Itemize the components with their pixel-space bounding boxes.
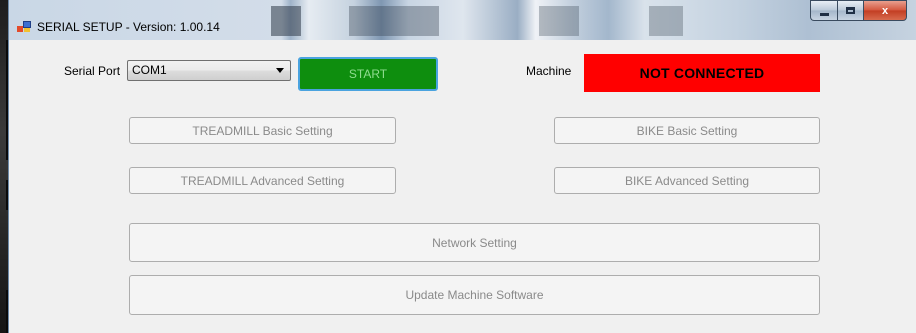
maximize-button[interactable] xyxy=(837,0,863,21)
window-title: SERIAL SETUP - Version: 1.00.14 xyxy=(37,20,220,34)
treadmill-basic-setting-button[interactable]: TREADMILL Basic Setting xyxy=(129,117,396,144)
close-button[interactable]: x xyxy=(863,0,907,21)
machine-label: Machine xyxy=(526,64,572,78)
update-machine-software-button[interactable]: Update Machine Software xyxy=(129,275,820,315)
start-button-label: START xyxy=(348,67,388,81)
chevron-down-icon[interactable] xyxy=(276,68,284,73)
bike-basic-setting-button[interactable]: BIKE Basic Setting xyxy=(554,117,820,144)
start-button[interactable]: START xyxy=(298,57,438,91)
connection-status-text: NOT CONNECTED xyxy=(639,65,765,81)
bike-advanced-setting-button[interactable]: BIKE Advanced Setting xyxy=(554,167,820,194)
serial-port-select[interactable]: COM1 xyxy=(127,60,291,81)
main-panel: Serial Port COM1 START Machine NOT CONNE… xyxy=(9,40,916,333)
minimize-button[interactable] xyxy=(810,0,837,21)
app-window-icon xyxy=(17,21,31,33)
serial-port-label: Serial Port xyxy=(64,64,121,78)
minimize-icon xyxy=(819,12,829,16)
treadmill-advanced-setting-button[interactable]: TREADMILL Advanced Setting xyxy=(129,167,396,194)
caption-buttons: x xyxy=(810,0,907,21)
serial-port-value: COM1 xyxy=(132,63,167,77)
maximize-icon xyxy=(846,7,855,14)
title-bar[interactable]: SERIAL SETUP - Version: 1.00.14 x xyxy=(9,0,916,40)
close-icon: x xyxy=(881,4,889,17)
network-setting-button[interactable]: Network Setting xyxy=(129,223,820,262)
connection-status-badge: NOT CONNECTED xyxy=(584,54,820,92)
serial-setup-window: SERIAL SETUP - Version: 1.00.14 x Serial… xyxy=(8,0,916,333)
